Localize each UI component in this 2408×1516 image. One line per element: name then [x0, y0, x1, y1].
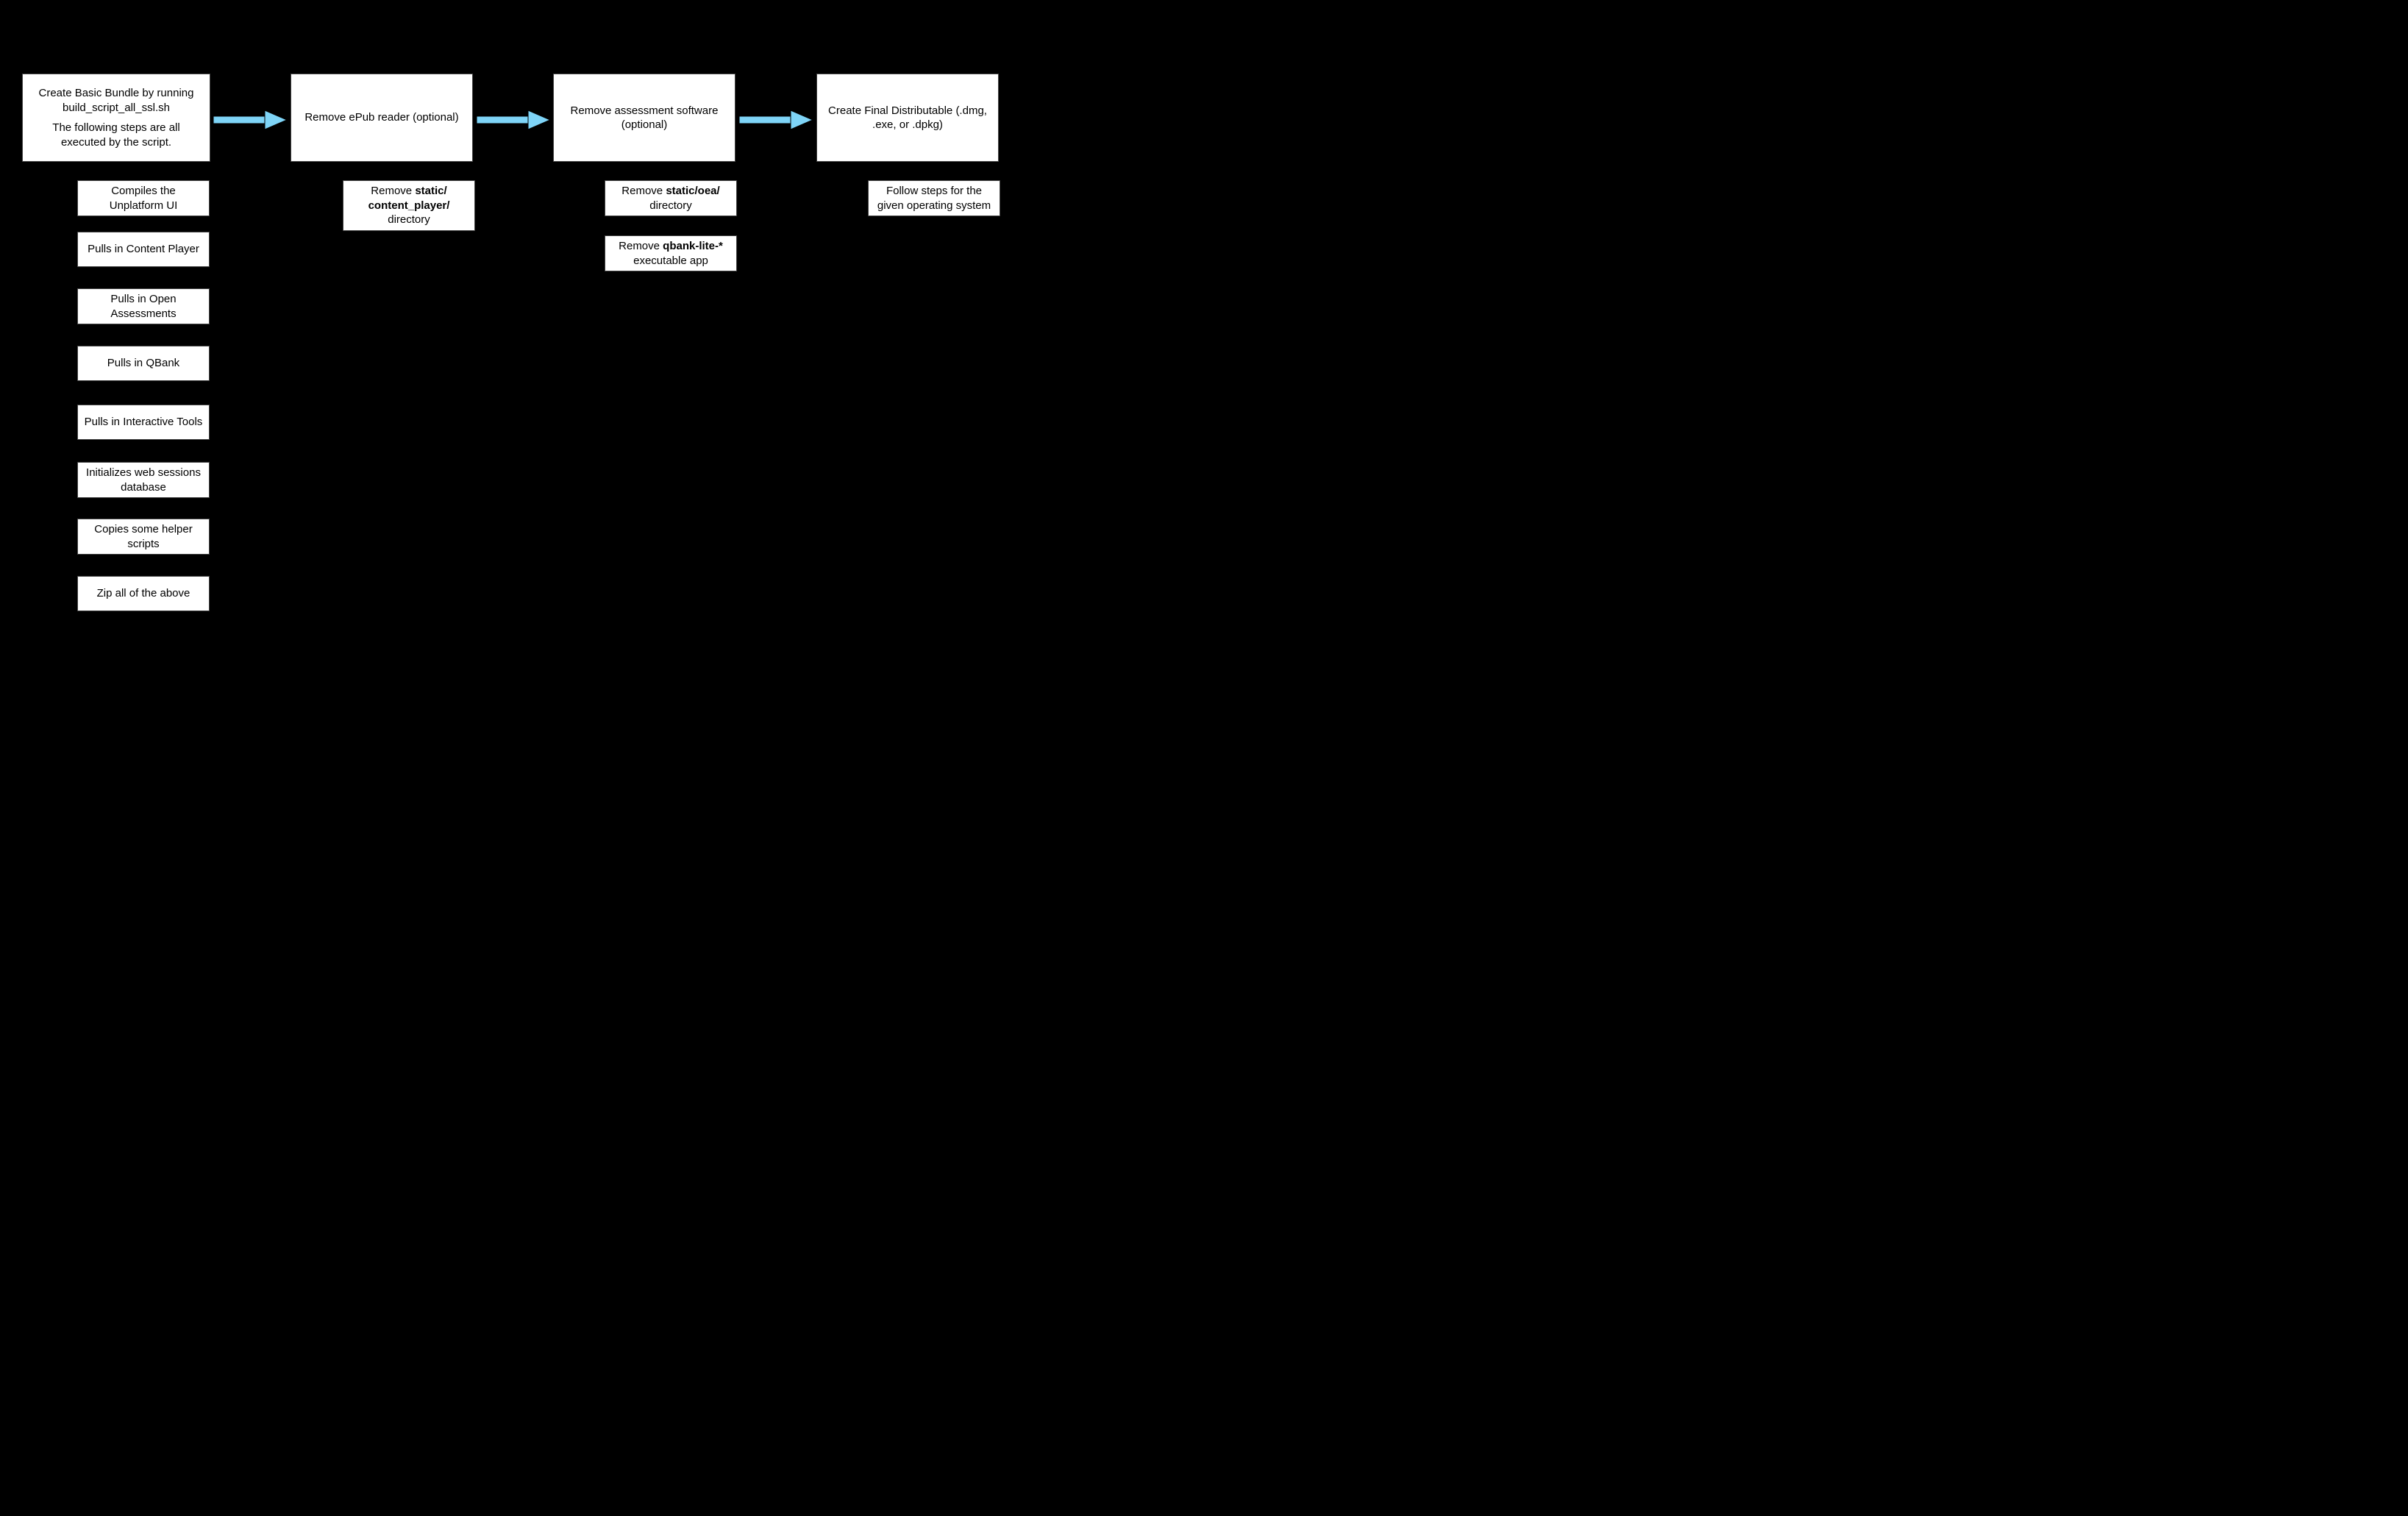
stage1-sub-3: Pulls in QBank [77, 346, 210, 381]
stage1-sub-4: Pulls in Interactive Tools [77, 405, 210, 440]
stage3-title: Remove assessment software (optional) [560, 104, 729, 132]
stage-box-final-distributable: Create Final Distributable (.dmg, .exe, … [816, 74, 999, 162]
diagram-canvas: Create Basic Bundle by running build_scr… [0, 0, 1059, 662]
stage3-sub-0: Remove static/oea/ directory [605, 180, 737, 216]
stage4-sub-0: Follow steps for the given operating sys… [868, 180, 1000, 216]
stage-box-remove-epub: Remove ePub reader (optional) [291, 74, 473, 162]
stage3-sub-1: Remove qbank-lite-* executable app [605, 235, 737, 271]
stage1-sub-5: Initializes web sessions database [77, 462, 210, 498]
arrow-icon [477, 109, 550, 131]
stage2-sub-0: Remove static/ content_player/ directory [343, 180, 475, 231]
stage3-sub-0-text: Remove static/oea/ directory [611, 184, 730, 213]
stage1-sub-1: Pulls in Content Player [77, 232, 210, 267]
stage1-sub-2: Pulls in Open Assessments [77, 288, 210, 324]
arrow-icon [213, 109, 287, 131]
stage1-sub-6: Copies some helper scripts [77, 519, 210, 555]
stage1-sub-0: Compiles the Unplatform UI [77, 180, 210, 216]
stage1-line2: The following steps are all executed by … [29, 121, 204, 149]
stage4-title: Create Final Distributable (.dmg, .exe, … [823, 104, 992, 132]
arrow-icon [739, 109, 813, 131]
stage-box-remove-assessment: Remove assessment software (optional) [553, 74, 735, 162]
stage2-sub-0-text: Remove static/ content_player/ directory [349, 184, 469, 227]
stage1-line1: Create Basic Bundle by running build_scr… [29, 86, 204, 115]
stage-box-create-bundle: Create Basic Bundle by running build_scr… [22, 74, 210, 162]
stage1-sub-7: Zip all of the above [77, 576, 210, 611]
stage2-title: Remove ePub reader (optional) [304, 110, 458, 125]
stage3-sub-1-text: Remove qbank-lite-* executable app [611, 239, 730, 268]
